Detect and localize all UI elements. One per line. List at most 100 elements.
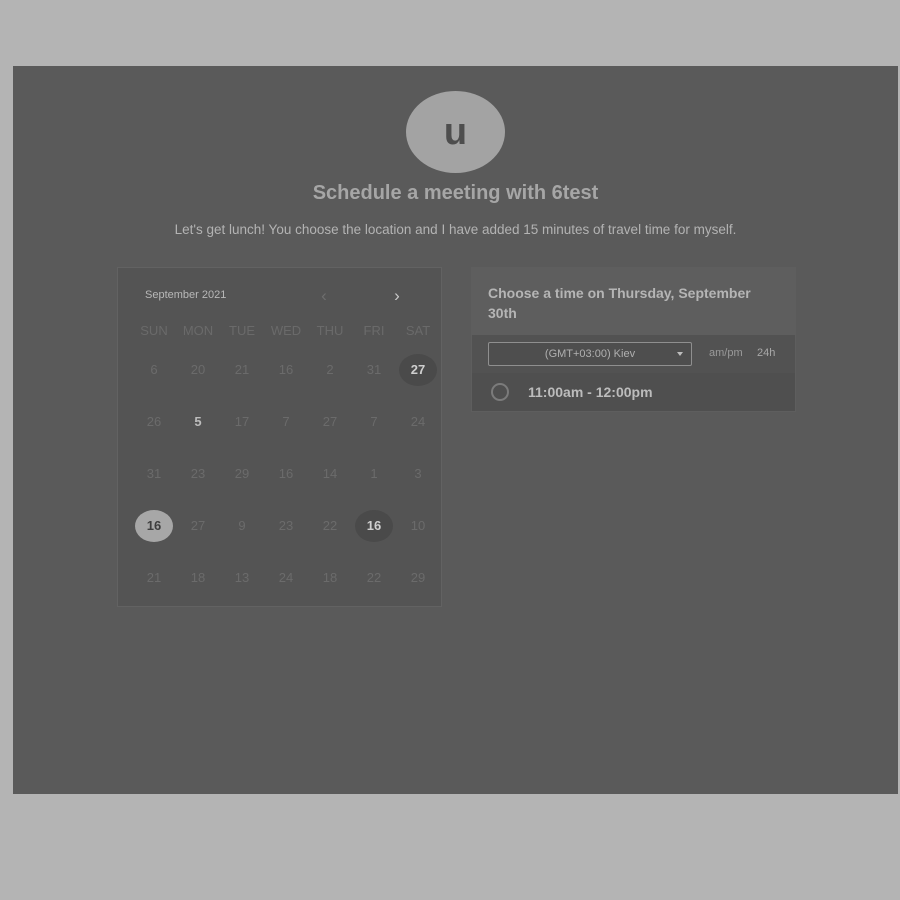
- chevron-left-icon[interactable]: ‹: [314, 286, 334, 306]
- calendar-day-number: 16: [135, 510, 173, 542]
- caret-down-icon: [677, 352, 683, 356]
- calendar-day: 22: [352, 560, 396, 596]
- calendar-day: 1: [352, 456, 396, 492]
- calendar-day-number: 17: [234, 414, 250, 429]
- calendar-day-number: 18: [322, 570, 338, 585]
- calendar-day-number: 14: [322, 466, 338, 481]
- chevron-right-icon[interactable]: ›: [387, 286, 407, 306]
- calendar-day-number: 27: [399, 354, 437, 386]
- calendar-day: 27: [308, 404, 352, 440]
- time-panel-heading: Choose a time on Thursday, September 30t…: [488, 285, 751, 321]
- calendar-week-row: 6 20 21 16 2 31 27: [132, 352, 440, 388]
- time-slot-panel: Choose a time on Thursday, September 30t…: [471, 267, 796, 412]
- calendar-month-label: September 2021: [145, 289, 227, 301]
- host-avatar: u: [406, 91, 505, 173]
- calendar-day: 22: [308, 508, 352, 544]
- calendar-day: 26: [132, 404, 176, 440]
- calendar-day-number: 1: [370, 466, 378, 481]
- time-panel-header: Choose a time on Thursday, September 30t…: [472, 268, 795, 335]
- calendar-day-number: 21: [234, 362, 250, 377]
- calendar-day: 3: [396, 456, 440, 492]
- weekday-label: MON: [182, 323, 214, 338]
- calendar-day-number: 24: [410, 414, 426, 429]
- calendar-day: 10: [396, 508, 440, 544]
- calendar-day: 27: [176, 508, 220, 544]
- calendar-day: 16: [264, 456, 308, 492]
- calendar-day: 9: [220, 508, 264, 544]
- calendar-day-number: 16: [278, 362, 294, 377]
- calendar-day-number: 7: [282, 414, 290, 429]
- calendar-day: 21: [220, 352, 264, 388]
- calendar-day: 23: [264, 508, 308, 544]
- weekday-label: THU: [316, 323, 344, 338]
- calendar-week-row: 16 27 9 23 22 16 10: [132, 508, 440, 544]
- calendar-day-number: 23: [278, 518, 294, 533]
- calendar-day-number: 26: [146, 414, 162, 429]
- calendar-day: 31: [352, 352, 396, 388]
- calendar-day-number: 31: [146, 466, 162, 481]
- page-title: Schedule a meeting with 6test: [312, 182, 599, 204]
- calendar-day-number: 2: [326, 362, 334, 377]
- calendar-day-number: 6: [150, 362, 158, 377]
- calendar-day-number: 9: [238, 518, 246, 533]
- calendar-day-number: 18: [190, 570, 206, 585]
- calendar-day-number: 29: [234, 466, 250, 481]
- calendar-day: 24: [396, 404, 440, 440]
- weekday-label: TUE: [229, 323, 255, 338]
- weekday-label: WED: [270, 323, 302, 338]
- calendar-day: 13: [220, 560, 264, 596]
- calendar-day: 21: [132, 560, 176, 596]
- calendar-day-number: 10: [410, 518, 426, 533]
- calendar-day[interactable]: 5: [176, 404, 220, 440]
- weekday-label: SUN: [140, 323, 168, 338]
- format-ampm-toggle[interactable]: am/pm: [709, 347, 743, 359]
- calendar-day-number: 27: [190, 518, 206, 533]
- calendar-day: 20: [176, 352, 220, 388]
- calendar-day: 31: [132, 456, 176, 492]
- calendar-day-number: 22: [366, 570, 382, 585]
- time-slot-label: 11:00am - 12:00pm: [528, 384, 653, 400]
- calendar-day-number: 16: [355, 510, 393, 542]
- calendar-week-row: 31 23 29 16 14 1 3: [132, 456, 440, 492]
- calendar-day-number: 21: [146, 570, 162, 585]
- calendar-day-number: 20: [190, 362, 206, 377]
- weekday-label: FRI: [363, 323, 385, 338]
- calendar-day-number: 23: [190, 466, 206, 481]
- calendar-day: 18: [308, 560, 352, 596]
- calendar-day: 14: [308, 456, 352, 492]
- calendar-day-number: 31: [366, 362, 382, 377]
- calendar-day: 2: [308, 352, 352, 388]
- calendar-day: 7: [264, 404, 308, 440]
- calendar-day: 23: [176, 456, 220, 492]
- calendar-day-number: 29: [410, 570, 426, 585]
- calendar-day-number: 24: [278, 570, 294, 585]
- weekday-label: SAT: [405, 323, 431, 338]
- calendar-day-number: 27: [322, 414, 338, 429]
- calendar-day[interactable]: 27: [396, 352, 440, 388]
- calendar-day: 24: [264, 560, 308, 596]
- radio-button[interactable]: [491, 383, 509, 401]
- calendar-day-number: 7: [370, 414, 378, 429]
- calendar-day: 17: [220, 404, 264, 440]
- calendar-day: 29: [396, 560, 440, 596]
- calendar-day-number: 3: [414, 466, 422, 481]
- calendar-day: 29: [220, 456, 264, 492]
- timezone-value: (GMT+03:00) Kiev: [544, 348, 636, 360]
- timezone-select[interactable]: (GMT+03:00) Kiev: [488, 342, 692, 366]
- calendar-day: 18: [176, 560, 220, 596]
- format-24h-toggle[interactable]: 24h: [757, 347, 775, 359]
- calendar-day: 16: [264, 352, 308, 388]
- calendar-day-number: 5: [194, 414, 202, 429]
- time-slot[interactable]: 11:00am - 12:00pm: [472, 373, 795, 411]
- weekday-header: SUN MON TUE WED THU FRI SAT: [132, 323, 440, 338]
- meeting-description: Let's get lunch! You choose the location…: [174, 222, 737, 237]
- calendar-week-row: 26 5 17 7 27 7 24: [132, 404, 440, 440]
- calendar-day[interactable]: 16: [132, 508, 176, 544]
- calendar-day-number: 16: [278, 466, 294, 481]
- calendar-day[interactable]: 16: [352, 508, 396, 544]
- date-picker-calendar: September 2021 ‹ › SUN MON TUE WED THU FRI SAT…: [117, 267, 442, 607]
- calendar-day: 7: [352, 404, 396, 440]
- calendar-day-number: 22: [322, 518, 338, 533]
- calendar-day-number: 13: [234, 570, 250, 585]
- calendar-day: 6: [132, 352, 176, 388]
